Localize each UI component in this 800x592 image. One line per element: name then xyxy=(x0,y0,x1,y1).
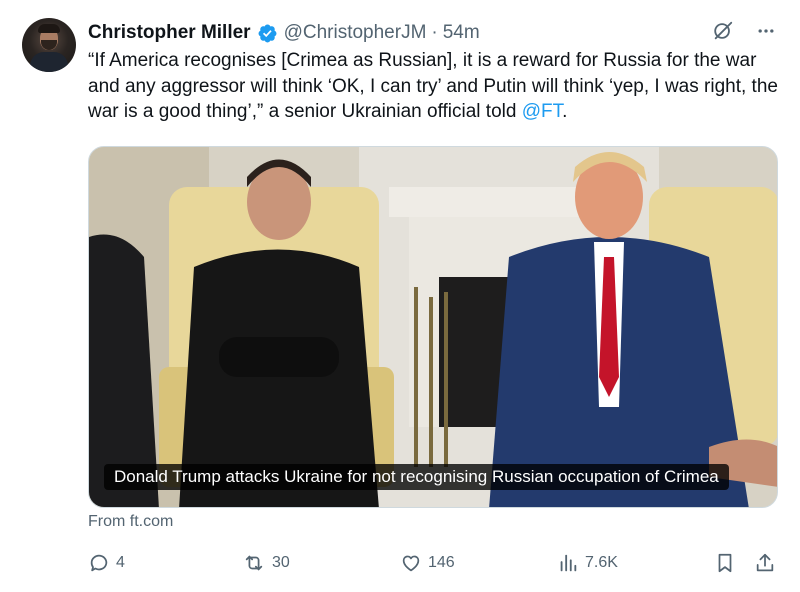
share-icon xyxy=(754,552,776,574)
image-caption: Donald Trump attacks Ukraine for not rec… xyxy=(104,464,729,490)
separator: · xyxy=(431,22,438,43)
tweet-header: Christopher Miller @ChristopherJM · 54m xyxy=(88,20,480,46)
like-button[interactable]: 146 xyxy=(400,552,455,574)
tweet-end: . xyxy=(562,101,568,122)
views-button[interactable]: 7.6K xyxy=(557,552,618,574)
author-handle[interactable]: @ChristopherJM xyxy=(284,22,427,44)
repost-icon xyxy=(242,552,266,574)
verified-badge-icon[interactable] xyxy=(257,23,278,44)
link-source[interactable]: From ft.com xyxy=(88,513,173,531)
ft-mention-link[interactable]: @FT xyxy=(522,101,562,122)
author-avatar[interactable] xyxy=(22,18,76,72)
bookmark-button[interactable] xyxy=(714,552,736,574)
timestamp[interactable]: 54m xyxy=(443,22,480,44)
reply-icon xyxy=(88,552,110,574)
reply-count: 4 xyxy=(116,554,125,571)
tweet-image[interactable] xyxy=(88,146,778,508)
photo-illustration xyxy=(89,147,777,507)
repost-count: 30 xyxy=(272,554,290,571)
like-count: 146 xyxy=(428,554,455,571)
more-icon[interactable] xyxy=(756,21,776,41)
views-icon xyxy=(557,552,579,574)
repost-button[interactable]: 30 xyxy=(242,552,290,574)
tweet-body: “If America recognises [Crimea as Russia… xyxy=(88,50,778,122)
reply-button[interactable]: 4 xyxy=(88,552,125,574)
grok-icon[interactable] xyxy=(712,20,734,42)
tweet-text: “If America recognises [Crimea as Russia… xyxy=(88,48,778,125)
author-name[interactable]: Christopher Miller xyxy=(88,22,251,44)
view-count: 7.6K xyxy=(585,554,618,571)
like-icon xyxy=(400,552,422,574)
action-bar: 4 30 146 7.6K xyxy=(88,552,778,576)
share-button[interactable] xyxy=(754,552,776,574)
bookmark-icon xyxy=(714,552,736,574)
